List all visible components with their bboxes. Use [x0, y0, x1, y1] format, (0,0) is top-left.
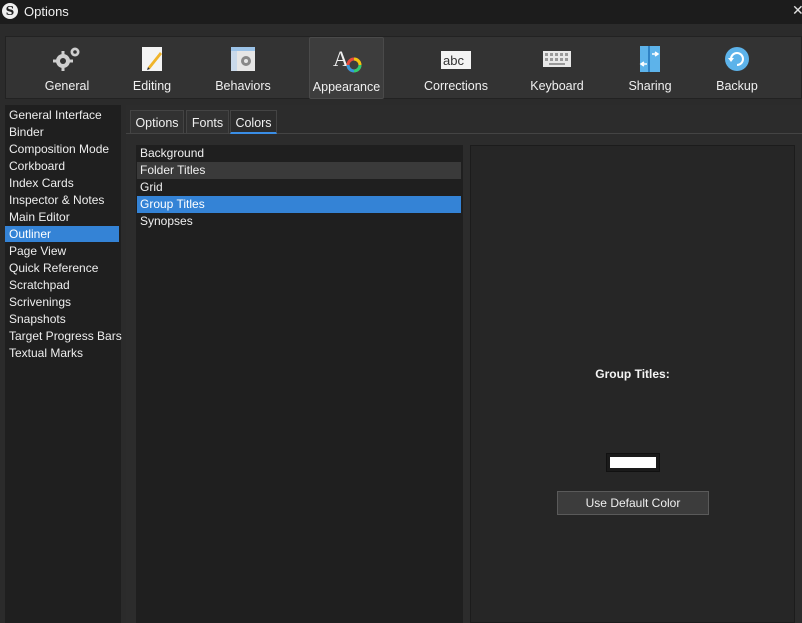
toolbar-keyboard[interactable]: Keyboard: [520, 37, 594, 99]
color-detail-panel: Group Titles: Use Default Color: [470, 145, 795, 623]
toolbar-label-keyboard: Keyboard: [530, 79, 584, 93]
tab-options[interactable]: Options: [130, 110, 184, 134]
options-content: Options Fonts Colors Background Folder T…: [126, 105, 802, 623]
sidebar-item-corkboard[interactable]: Corkboard: [5, 158, 119, 174]
tab-fonts[interactable]: Fonts: [186, 110, 229, 134]
backup-icon: [725, 47, 749, 71]
use-default-color-button[interactable]: Use Default Color: [557, 491, 709, 515]
toolbar-editing[interactable]: Editing: [116, 37, 188, 99]
keyboard-icon: [543, 51, 571, 67]
sidebar-item-composition-mode[interactable]: Composition Mode: [5, 141, 119, 157]
options-sidebar: General Interface Binder Composition Mod…: [5, 105, 122, 623]
selected-element-label: Group Titles:: [595, 367, 670, 381]
sidebar-item-index-cards[interactable]: Index Cards: [5, 175, 119, 191]
sidebar-item-snapshots[interactable]: Snapshots: [5, 311, 119, 327]
sidebar-item-outliner[interactable]: Outliner: [5, 226, 119, 242]
scrivener-app-icon: S: [2, 3, 18, 19]
toolbar-label-general: General: [44, 79, 90, 93]
toolbar-backup[interactable]: Backup: [706, 37, 768, 99]
toolbar-label-editing: Editing: [132, 79, 172, 93]
toolbar-appearance[interactable]: A Appearance: [309, 37, 384, 99]
sidebar-item-scratchpad[interactable]: Scratchpad: [5, 277, 119, 293]
list-item-folder-titles[interactable]: Folder Titles: [137, 162, 461, 179]
pencil-page-icon: [142, 47, 162, 71]
sidebar-item-quick-reference[interactable]: Quick Reference: [5, 260, 119, 276]
toolbar-general[interactable]: General: [28, 37, 106, 99]
sidebar-item-inspector-notes[interactable]: Inspector & Notes: [5, 192, 119, 208]
close-icon[interactable]: ✕: [792, 2, 802, 20]
sidebar-item-main-editor[interactable]: Main Editor: [5, 209, 119, 225]
gears-icon: [53, 47, 80, 71]
sidebar-item-target-progress-bars[interactable]: Target Progress Bars: [5, 328, 122, 344]
list-item-grid[interactable]: Grid: [137, 179, 461, 196]
toolbar-label-behaviors: Behaviors: [215, 79, 271, 93]
list-item-synopses[interactable]: Synopses: [137, 213, 461, 230]
toolbar-corrections[interactable]: abc Corrections: [416, 37, 496, 99]
sidebar-item-binder[interactable]: Binder: [5, 124, 119, 140]
list-item-background[interactable]: Background: [137, 145, 461, 162]
sidebar-item-page-view[interactable]: Page View: [5, 243, 119, 259]
appearance-icon: A: [333, 46, 361, 73]
sidebar-item-scrivenings[interactable]: Scrivenings: [5, 294, 119, 310]
toolbar-label-backup: Backup: [716, 79, 758, 93]
svg-text:abc: abc: [443, 53, 464, 68]
window-gear-icon: [231, 47, 255, 71]
color-swatch-fill: [610, 457, 656, 468]
toolbar-sharing[interactable]: Sharing: [616, 37, 684, 99]
toolbar-label-sharing: Sharing: [628, 79, 672, 93]
svg-text:A: A: [333, 46, 349, 71]
sidebar-item-general-interface[interactable]: General Interface: [5, 107, 119, 123]
abc-icon: abc: [441, 51, 471, 69]
toolbar-label-corrections: Corrections: [424, 79, 488, 93]
sharing-icon: [639, 46, 660, 72]
list-item-group-titles[interactable]: Group Titles: [137, 196, 461, 213]
title-bar: S Options ✕: [0, 0, 802, 24]
window-title: Options: [24, 4, 69, 19]
color-element-list: Background Folder Titles Grid Group Titl…: [136, 145, 463, 623]
tab-colors[interactable]: Colors: [230, 110, 277, 134]
sidebar-item-textual-marks[interactable]: Textual Marks: [5, 345, 119, 361]
preferences-toolbar: General Editing Behaviors A Appearance a…: [5, 36, 802, 99]
toolbar-label-appearance: Appearance: [312, 80, 381, 94]
toolbar-behaviors[interactable]: Behaviors: [202, 37, 284, 99]
color-swatch-button[interactable]: [606, 453, 660, 472]
